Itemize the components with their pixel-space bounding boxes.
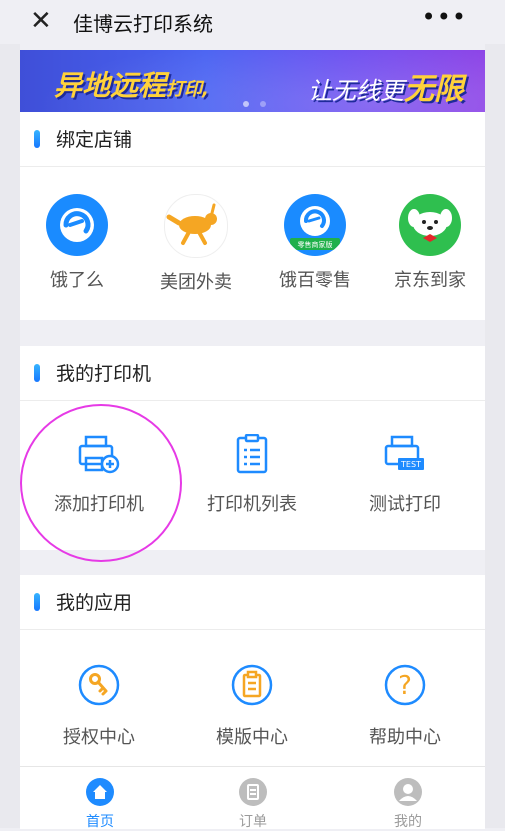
help-icon: ? bbox=[384, 664, 426, 706]
shop-label: 京东到家 bbox=[394, 270, 466, 291]
help-center-label: 帮助中心 bbox=[369, 727, 441, 748]
shop-label: 美团外卖 bbox=[160, 272, 232, 293]
tab-profile[interactable]: 我的 bbox=[368, 777, 448, 831]
home-icon bbox=[86, 778, 114, 806]
highlight-circle bbox=[20, 404, 182, 562]
tab-home-label: 首页 bbox=[86, 814, 114, 830]
test-print-label: 测试打印 bbox=[369, 494, 441, 515]
ebai-icon: 零售商家版 bbox=[284, 194, 346, 256]
template-icon bbox=[231, 664, 273, 706]
section-marker bbox=[34, 130, 40, 148]
test-print-button[interactable]: TEST 测试打印 bbox=[330, 434, 480, 516]
apps-header: 我的应用 bbox=[20, 575, 485, 630]
shop-ebai[interactable]: 零售商家版 饿百零售 bbox=[260, 194, 370, 292]
auth-center-label: 授权中心 bbox=[63, 727, 135, 748]
promo-banner[interactable]: 异地远程打印, 让无线更无限 bbox=[20, 50, 485, 112]
more-icon[interactable]: ••• bbox=[422, 3, 467, 31]
template-center-button[interactable]: 模版中心 bbox=[177, 663, 327, 749]
order-icon bbox=[239, 778, 267, 806]
section-marker bbox=[34, 593, 40, 611]
key-icon bbox=[78, 664, 120, 706]
tab-profile-label: 我的 bbox=[394, 814, 422, 830]
top-bar: ✕ 佳博云打印系统 ••• bbox=[0, 0, 505, 44]
tab-orders-label: 订单 bbox=[239, 814, 267, 830]
page-title: 佳博云打印系统 bbox=[73, 12, 213, 36]
template-center-label: 模版中心 bbox=[216, 727, 288, 748]
apps-title: 我的应用 bbox=[56, 592, 133, 614]
shop-eleme[interactable]: 饿了么 bbox=[22, 194, 132, 292]
close-icon[interactable]: ✕ bbox=[30, 6, 52, 36]
bottom-tab-bar: 首页 订单 我的 bbox=[20, 766, 485, 831]
banner-right-text: 让无线更无限 bbox=[308, 64, 464, 108]
right-frame bbox=[485, 0, 505, 828]
banner-left-text: 异地远程打印, bbox=[54, 64, 209, 104]
shops-title: 绑定店铺 bbox=[56, 129, 133, 151]
tab-home[interactable]: 首页 bbox=[60, 777, 140, 831]
banner-right-main: 让无线更 bbox=[308, 77, 404, 105]
tab-orders[interactable]: 订单 bbox=[213, 777, 293, 831]
kangaroo-icon bbox=[164, 194, 228, 258]
printer-list-label: 打印机列表 bbox=[207, 494, 297, 515]
shop-label: 饿百零售 bbox=[279, 270, 351, 291]
banner-right-big: 无限 bbox=[404, 72, 464, 107]
shops-card: 绑定店铺 饿了么 美团外卖 零售商家版 饿百零售 京东到家 bbox=[20, 112, 485, 320]
banner-indicator-dot bbox=[260, 101, 266, 107]
profile-icon bbox=[394, 778, 422, 806]
printer-list-icon bbox=[236, 433, 268, 474]
printer-list-button[interactable]: 打印机列表 bbox=[177, 433, 327, 516]
apps-card: 我的应用 授权中心 模版中心 ? 帮助中心 bbox=[20, 575, 485, 767]
printers-title: 我的打印机 bbox=[56, 363, 152, 385]
help-center-button[interactable]: ? 帮助中心 bbox=[330, 663, 480, 749]
test-print-icon: TEST bbox=[384, 435, 424, 470]
shop-jd[interactable]: 京东到家 bbox=[375, 194, 485, 292]
ebai-badge-text: 零售商家版 bbox=[298, 240, 333, 249]
shops-header: 绑定店铺 bbox=[20, 112, 485, 167]
banner-indicator-dot bbox=[243, 101, 249, 107]
help-glyph: ? bbox=[398, 671, 412, 701]
banner-left-big: 异地远程 bbox=[54, 69, 167, 102]
auth-center-button[interactable]: 授权中心 bbox=[24, 663, 174, 749]
banner-left-small: 打印, bbox=[166, 79, 209, 100]
left-frame bbox=[0, 0, 20, 828]
shop-meituan[interactable]: 美团外卖 bbox=[141, 194, 251, 294]
shop-label: 饿了么 bbox=[50, 270, 104, 291]
printers-header: 我的打印机 bbox=[20, 346, 485, 401]
test-badge: TEST bbox=[400, 460, 421, 469]
jd-dog-icon bbox=[399, 194, 461, 256]
eleme-icon bbox=[46, 194, 108, 256]
section-marker bbox=[34, 364, 40, 382]
